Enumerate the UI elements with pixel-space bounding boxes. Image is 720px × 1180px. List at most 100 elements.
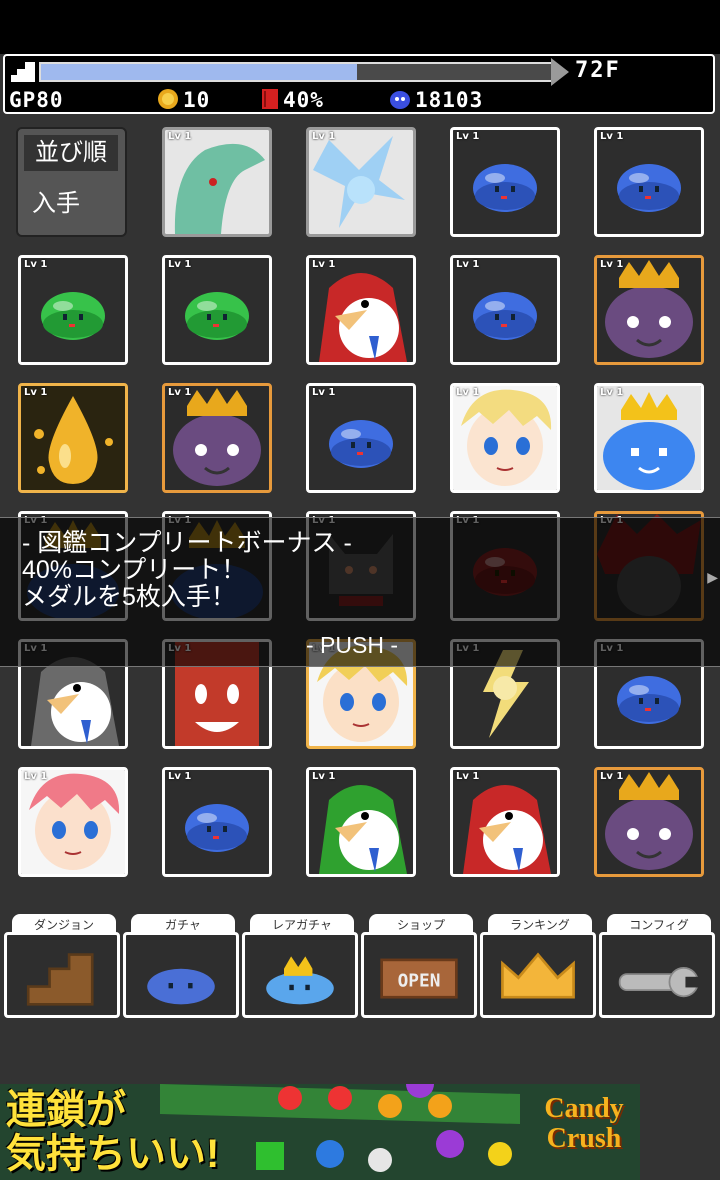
gold-drop-icon <box>21 386 125 490</box>
level-label: Lv 1 <box>24 771 48 782</box>
coin-count: 10 <box>183 88 211 112</box>
floor-progress-bar <box>39 62 553 82</box>
stairs-icon <box>26 953 94 1006</box>
level-label: Lv 1 <box>456 259 480 270</box>
soul-count: 18103 <box>415 88 484 112</box>
ad-logo-line2: Crush <box>546 1123 622 1154</box>
menu-body <box>242 932 358 1018</box>
ad-logo: Candy Crush <box>536 1094 632 1174</box>
level-label: Lv 1 <box>168 131 192 142</box>
slime-icon <box>147 968 215 1005</box>
chevron-right-icon: ▶ <box>707 570 718 586</box>
ice-fairy-icon <box>309 130 413 234</box>
bonus-title: - 図鑑コンプリートボーナス - <box>22 529 352 557</box>
monster-card-green-slime[interactable]: Lv 1 <box>162 255 272 365</box>
sort-button[interactable]: 並び順 入手 <box>16 127 127 237</box>
ad-headline-line2: 気持ちいい! <box>6 1132 220 1176</box>
purple-king-icon <box>165 386 269 490</box>
monster-card-king-slime[interactable]: Lv 1 <box>594 383 704 493</box>
book-percent: 40% <box>283 88 324 112</box>
monster-card-blue-slime[interactable]: Lv 1 <box>594 127 704 237</box>
menu-body <box>123 932 239 1018</box>
bonus-progress: 40%コンプリート！ <box>22 556 247 584</box>
level-label: Lv 1 <box>24 387 48 398</box>
monster-card-pink-girl[interactable]: Lv 1 <box>18 767 128 877</box>
coin-icon <box>158 89 178 109</box>
hud-panel: 72F GP80 10 40% 18103 <box>3 54 715 114</box>
pink-girl-icon <box>21 770 125 874</box>
open-sign-icon: OPEN <box>380 958 458 999</box>
green-penguin-icon <box>309 770 413 874</box>
blonde-girl-icon <box>453 386 557 490</box>
bonus-overlay[interactable]: - 図鑑コンプリートボーナス - 40%コンプリート！ メダルを5枚入手！ - … <box>0 517 720 667</box>
blue-slime-icon <box>597 130 701 234</box>
sort-title: 並び順 <box>24 135 118 171</box>
push-prompt[interactable]: - PUSH - <box>306 632 398 659</box>
soul-icon <box>390 91 410 109</box>
level-label: Lv 1 <box>312 259 336 270</box>
blue-slime-icon <box>453 130 557 234</box>
blue-slime-icon <box>309 386 413 490</box>
monster-card-gold-drop[interactable]: Lv 1 <box>18 383 128 493</box>
king-slime-icon <box>597 386 701 490</box>
monster-card-purple-king[interactable]: Lv 1 <box>594 255 704 365</box>
monster-card-blue-slime[interactable]: Lv 1 <box>450 255 560 365</box>
svg-text:OPEN: OPEN <box>398 972 441 992</box>
purple-king-icon <box>597 770 701 874</box>
level-label: Lv 1 <box>600 259 624 270</box>
menu-button-stairs[interactable]: ダンジョン <box>4 914 120 1018</box>
blue-slime-icon <box>165 770 269 874</box>
ad-logo-line1: Candy <box>544 1093 624 1124</box>
book-icon <box>262 89 278 109</box>
menu-button-slime[interactable]: ガチャ <box>123 914 239 1018</box>
level-label: Lv 1 <box>312 771 336 782</box>
monster-card-blue-slime[interactable]: Lv 1 <box>162 767 272 877</box>
level-label: Lv 1 <box>168 259 192 270</box>
level-label: Lv 1 <box>312 387 336 398</box>
monster-card-green-penguin[interactable]: Lv 1 <box>306 767 416 877</box>
menu-body: OPEN <box>361 932 477 1018</box>
monster-card-purple-king[interactable]: Lv 1 <box>162 383 272 493</box>
menu-button-crowned-slime[interactable]: レアガチャ <box>242 914 358 1018</box>
ad-headline-line1: 連鎖が <box>6 1088 126 1132</box>
book-stat: 40% <box>261 88 324 112</box>
red-penguin-icon <box>453 770 557 874</box>
menu-body <box>480 932 596 1018</box>
monster-card-purple-king[interactable]: Lv 1 <box>594 767 704 877</box>
monster-card-ice-fairy[interactable]: Lv 1 <box>306 127 416 237</box>
soul-stat: 18103 <box>389 88 483 112</box>
crown-icon <box>501 952 575 999</box>
monster-card-red-penguin[interactable]: Lv 1 <box>306 255 416 365</box>
stairs-icon <box>11 62 35 82</box>
monster-card-blue-slime[interactable]: Lv 1 <box>450 127 560 237</box>
bonus-message: - 図鑑コンプリートボーナス - 40%コンプリート！ メダルを5枚入手！ <box>22 530 352 611</box>
monster-card-blue-slime[interactable]: Lv 1 <box>306 383 416 493</box>
crowned-slime-icon <box>266 956 334 1005</box>
ad-headline: 連鎖が 気持ちいい! <box>6 1088 219 1176</box>
purple-king-icon <box>597 258 701 362</box>
level-label: Lv 1 <box>456 131 480 142</box>
coin-stat: 10 <box>157 88 210 112</box>
monster-card-green-slime[interactable]: Lv 1 <box>18 255 128 365</box>
blue-slime-icon <box>453 258 557 362</box>
progress-arrow-icon <box>551 58 569 86</box>
sort-value: 入手 <box>32 190 80 217</box>
menu-body <box>599 932 715 1018</box>
menu-button-wrench[interactable]: コンフィグ <box>599 914 715 1018</box>
dragon-icon <box>165 130 269 234</box>
monster-card-blonde-girl[interactable]: Lv 1 <box>450 383 560 493</box>
green-slime-icon <box>21 258 125 362</box>
level-label: Lv 1 <box>168 771 192 782</box>
monster-card-red-penguin[interactable]: Lv 1 <box>450 767 560 877</box>
level-label: Lv 1 <box>600 387 624 398</box>
ad-banner[interactable]: 連鎖が 気持ちいい! Candy Crush <box>0 1084 640 1180</box>
menu-button-open-sign[interactable]: ショップ OPEN <box>361 914 477 1018</box>
level-label: Lv 1 <box>312 131 336 142</box>
monster-card-dragon[interactable]: Lv 1 <box>162 127 272 237</box>
level-label: Lv 1 <box>600 131 624 142</box>
green-slime-icon <box>165 258 269 362</box>
gp-label: GP80 <box>9 88 64 112</box>
level-label: Lv 1 <box>168 387 192 398</box>
bonus-reward: メダルを5枚入手！ <box>22 583 236 611</box>
menu-button-crown[interactable]: ランキング <box>480 914 596 1018</box>
